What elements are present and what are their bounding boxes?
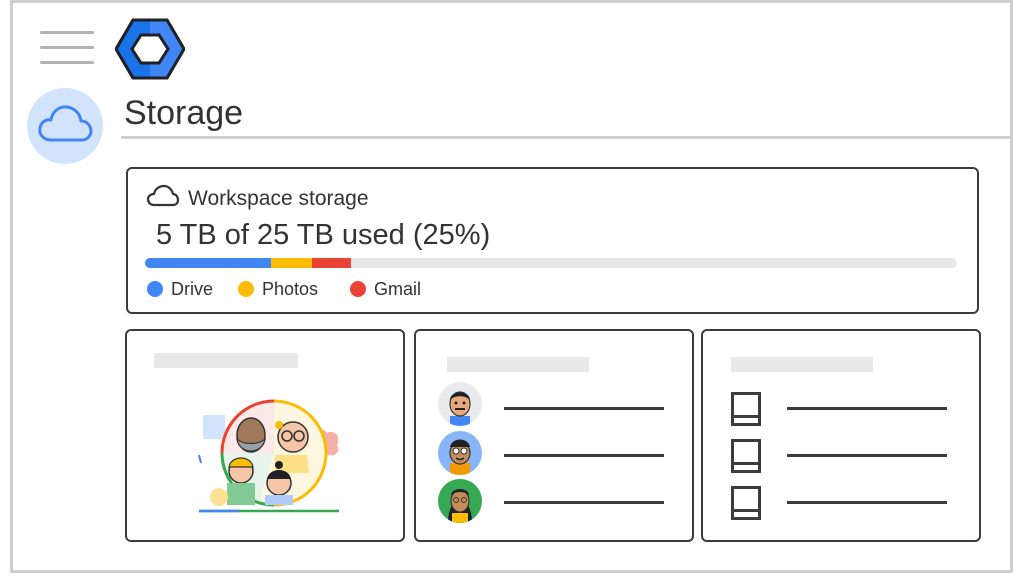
page-title: Storage (124, 94, 244, 132)
list-item-line (504, 501, 664, 504)
legend-gmail: Gmail (350, 279, 421, 300)
title-divider (121, 136, 1013, 139)
usage-segment-drive (145, 258, 271, 268)
cloud-outline-icon (146, 184, 180, 213)
people-group-illustration (179, 393, 349, 528)
person-avatar[interactable] (438, 431, 482, 475)
tray-icon[interactable] (731, 486, 761, 520)
people-list-panel[interactable] (414, 329, 694, 542)
storage-usage-bar (145, 258, 957, 268)
placeholder-title (447, 357, 589, 372)
storage-label: Workspace storage (188, 187, 369, 210)
tray-icon[interactable] (731, 439, 761, 473)
list-item-line (787, 407, 947, 410)
workspace-storage-card[interactable]: Workspace storage 5 TB of 25 TB used (25… (126, 167, 979, 314)
legend-drive: Drive (147, 279, 213, 300)
tray-list-panel[interactable] (701, 329, 981, 542)
list-item-line (504, 407, 664, 410)
list-item-line (787, 454, 947, 457)
hexagon-logo-icon (114, 18, 186, 80)
placeholder-title (731, 357, 873, 372)
legend-photos: Photos (238, 279, 318, 300)
hamburger-menu-icon[interactable] (40, 31, 94, 65)
cloud-icon[interactable] (27, 88, 103, 164)
usage-segment-photos (271, 258, 312, 268)
list-item-line (787, 501, 947, 504)
person-avatar[interactable] (438, 479, 482, 523)
legend-dot (350, 281, 366, 297)
person-avatar[interactable] (438, 382, 482, 426)
legend-dot (238, 281, 254, 297)
usage-segment-gmail (312, 258, 351, 268)
tray-icon[interactable] (731, 392, 761, 426)
placeholder-title (154, 353, 298, 368)
storage-usage-text: 5 TB of 25 TB used (25%) (156, 219, 491, 251)
shared-drive-panel[interactable] (125, 329, 405, 542)
legend-dot (147, 281, 163, 297)
list-item-line (504, 454, 664, 457)
